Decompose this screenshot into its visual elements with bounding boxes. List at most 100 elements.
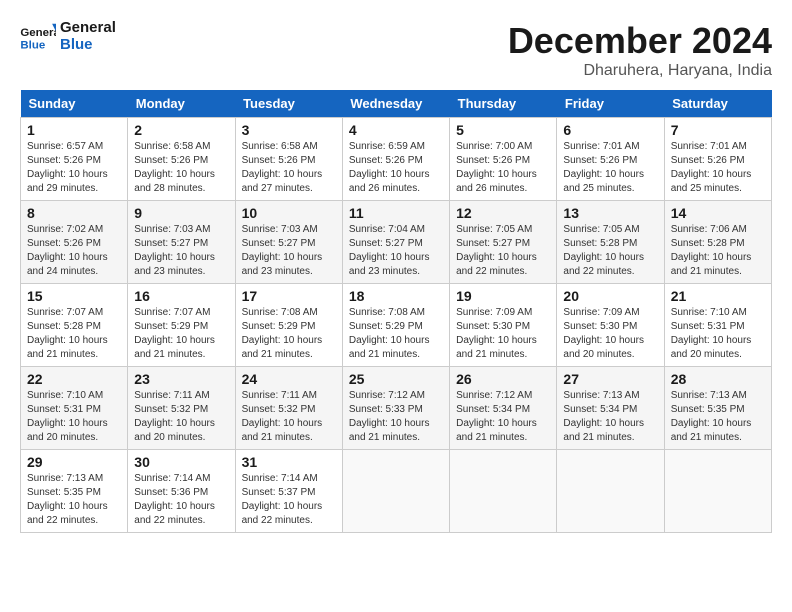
day-info: Sunrise: 7:07 AM Sunset: 5:28 PM Dayligh… <box>27 306 121 362</box>
day-info: Sunrise: 7:03 AM Sunset: 5:27 PM Dayligh… <box>134 223 228 279</box>
day-number: 19 <box>456 288 550 304</box>
calendar-cell: 23 Sunrise: 7:11 AM Sunset: 5:32 PM Dayli… <box>128 367 235 450</box>
day-info: Sunrise: 7:13 AM Sunset: 5:34 PM Dayligh… <box>563 389 657 445</box>
day-number: 17 <box>242 288 336 304</box>
calendar-header-monday: Monday <box>128 90 235 118</box>
day-info: Sunrise: 7:04 AM Sunset: 5:27 PM Dayligh… <box>349 223 443 279</box>
day-number: 9 <box>134 205 228 221</box>
calendar-cell: 5Sunrise: 7:00 AM Sunset: 5:26 PM Daylig… <box>450 118 557 201</box>
day-info: Sunrise: 7:11 AM Sunset: 5:32 PM Dayligh… <box>242 389 336 445</box>
day-number: 28 <box>671 371 765 387</box>
calendar-cell <box>557 450 664 533</box>
day-number: 2 <box>134 122 228 138</box>
calendar-header-thursday: Thursday <box>450 90 557 118</box>
calendar-cell <box>664 450 771 533</box>
day-info: Sunrise: 7:12 AM Sunset: 5:33 PM Dayligh… <box>349 389 443 445</box>
day-number: 16 <box>134 288 228 304</box>
day-number: 14 <box>671 205 765 221</box>
calendar-cell: 27 Sunrise: 7:13 AM Sunset: 5:34 PM Dayli… <box>557 367 664 450</box>
day-info: Sunrise: 7:11 AM Sunset: 5:32 PM Dayligh… <box>134 389 228 445</box>
day-info: Sunrise: 6:59 AM Sunset: 5:26 PM Dayligh… <box>349 140 443 196</box>
day-info: Sunrise: 7:06 AM Sunset: 5:28 PM Dayligh… <box>671 223 765 279</box>
svg-text:Blue: Blue <box>20 39 45 51</box>
day-number: 30 <box>134 454 228 470</box>
day-number: 20 <box>563 288 657 304</box>
day-number: 6 <box>563 122 657 138</box>
day-info: Sunrise: 7:01 AM Sunset: 5:26 PM Dayligh… <box>671 140 765 196</box>
day-info: Sunrise: 6:57 AM Sunset: 5:26 PM Dayligh… <box>27 140 121 196</box>
calendar-cell: 10 Sunrise: 7:03 AM Sunset: 5:27 PM Dayli… <box>235 201 342 284</box>
day-info: Sunrise: 7:08 AM Sunset: 5:29 PM Dayligh… <box>349 306 443 362</box>
calendar-table: SundayMondayTuesdayWednesdayThursdayFrid… <box>20 90 772 533</box>
calendar-cell: 1Sunrise: 6:57 AM Sunset: 5:26 PM Daylig… <box>21 118 128 201</box>
calendar-cell: 15 Sunrise: 7:07 AM Sunset: 5:28 PM Dayli… <box>21 284 128 367</box>
calendar-cell: 9 Sunrise: 7:03 AM Sunset: 5:27 PM Daylig… <box>128 201 235 284</box>
day-info: Sunrise: 7:08 AM Sunset: 5:29 PM Dayligh… <box>242 306 336 362</box>
day-info: Sunrise: 7:09 AM Sunset: 5:30 PM Dayligh… <box>456 306 550 362</box>
calendar-cell: 8Sunrise: 7:02 AM Sunset: 5:26 PM Daylig… <box>21 201 128 284</box>
calendar-cell <box>342 450 449 533</box>
calendar-cell: 28 Sunrise: 7:13 AM Sunset: 5:35 PM Dayli… <box>664 367 771 450</box>
calendar-cell: 31 Sunrise: 7:14 AM Sunset: 5:37 PM Dayli… <box>235 450 342 533</box>
day-number: 23 <box>134 371 228 387</box>
calendar-row-1: 1Sunrise: 6:57 AM Sunset: 5:26 PM Daylig… <box>21 118 772 201</box>
day-number: 31 <box>242 454 336 470</box>
header: General Blue General Blue December 2024 … <box>20 20 772 80</box>
calendar-cell: 20 Sunrise: 7:09 AM Sunset: 5:30 PM Dayli… <box>557 284 664 367</box>
day-number: 22 <box>27 371 121 387</box>
calendar-cell: 30 Sunrise: 7:14 AM Sunset: 5:36 PM Dayli… <box>128 450 235 533</box>
calendar-cell: 7 Sunrise: 7:01 AM Sunset: 5:26 PM Daylig… <box>664 118 771 201</box>
calendar-cell: 24Sunrise: 7:11 AM Sunset: 5:32 PM Dayli… <box>235 367 342 450</box>
calendar-cell: 11Sunrise: 7:04 AM Sunset: 5:27 PM Dayli… <box>342 201 449 284</box>
day-number: 3 <box>242 122 336 138</box>
calendar-cell: 4Sunrise: 6:59 AM Sunset: 5:26 PM Daylig… <box>342 118 449 201</box>
day-info: Sunrise: 7:03 AM Sunset: 5:27 PM Dayligh… <box>242 223 336 279</box>
day-info: Sunrise: 7:10 AM Sunset: 5:31 PM Dayligh… <box>27 389 121 445</box>
logo-icon: General Blue <box>20 22 56 52</box>
calendar-cell: 26Sunrise: 7:12 AM Sunset: 5:34 PM Dayli… <box>450 367 557 450</box>
calendar-cell: 3 Sunrise: 6:58 AM Sunset: 5:26 PM Daylig… <box>235 118 342 201</box>
day-info: Sunrise: 7:02 AM Sunset: 5:26 PM Dayligh… <box>27 223 121 279</box>
day-info: Sunrise: 7:14 AM Sunset: 5:36 PM Dayligh… <box>134 472 228 528</box>
day-info: Sunrise: 6:58 AM Sunset: 5:26 PM Dayligh… <box>242 140 336 196</box>
day-number: 13 <box>563 205 657 221</box>
calendar-cell: 29 Sunrise: 7:13 AM Sunset: 5:35 PM Dayli… <box>21 450 128 533</box>
logo: General Blue General Blue <box>20 20 116 53</box>
calendar-header-row: SundayMondayTuesdayWednesdayThursdayFrid… <box>21 90 772 118</box>
month-title: December 2024 <box>508 20 772 62</box>
day-info: Sunrise: 7:13 AM Sunset: 5:35 PM Dayligh… <box>27 472 121 528</box>
day-info: Sunrise: 7:13 AM Sunset: 5:35 PM Dayligh… <box>671 389 765 445</box>
calendar-cell: 17 Sunrise: 7:08 AM Sunset: 5:29 PM Dayli… <box>235 284 342 367</box>
calendar-cell: 21 Sunrise: 7:10 AM Sunset: 5:31 PM Dayli… <box>664 284 771 367</box>
title-area: December 2024 Dharuhera, Haryana, India <box>508 20 772 80</box>
day-info: Sunrise: 7:14 AM Sunset: 5:37 PM Dayligh… <box>242 472 336 528</box>
logo-general: General <box>60 20 116 37</box>
calendar-cell: 13 Sunrise: 7:05 AM Sunset: 5:28 PM Dayli… <box>557 201 664 284</box>
calendar-cell: 19 Sunrise: 7:09 AM Sunset: 5:30 PM Dayli… <box>450 284 557 367</box>
calendar-header-wednesday: Wednesday <box>342 90 449 118</box>
calendar-cell: 22 Sunrise: 7:10 AM Sunset: 5:31 PM Dayli… <box>21 367 128 450</box>
calendar-body: 1Sunrise: 6:57 AM Sunset: 5:26 PM Daylig… <box>21 118 772 533</box>
day-info: Sunrise: 7:05 AM Sunset: 5:28 PM Dayligh… <box>563 223 657 279</box>
calendar-cell: 18Sunrise: 7:08 AM Sunset: 5:29 PM Dayli… <box>342 284 449 367</box>
calendar-row-2: 8Sunrise: 7:02 AM Sunset: 5:26 PM Daylig… <box>21 201 772 284</box>
day-number: 7 <box>671 122 765 138</box>
day-info: Sunrise: 7:05 AM Sunset: 5:27 PM Dayligh… <box>456 223 550 279</box>
day-number: 10 <box>242 205 336 221</box>
day-info: Sunrise: 7:01 AM Sunset: 5:26 PM Dayligh… <box>563 140 657 196</box>
calendar-cell: 2Sunrise: 6:58 AM Sunset: 5:26 PM Daylig… <box>128 118 235 201</box>
day-number: 15 <box>27 288 121 304</box>
day-info: Sunrise: 7:10 AM Sunset: 5:31 PM Dayligh… <box>671 306 765 362</box>
day-number: 21 <box>671 288 765 304</box>
calendar-cell: 6 Sunrise: 7:01 AM Sunset: 5:26 PM Daylig… <box>557 118 664 201</box>
day-info: Sunrise: 7:09 AM Sunset: 5:30 PM Dayligh… <box>563 306 657 362</box>
calendar-cell <box>450 450 557 533</box>
calendar-header-friday: Friday <box>557 90 664 118</box>
calendar-header-sunday: Sunday <box>21 90 128 118</box>
day-number: 29 <box>27 454 121 470</box>
location-title: Dharuhera, Haryana, India <box>508 62 772 80</box>
day-number: 27 <box>563 371 657 387</box>
calendar-cell: 14 Sunrise: 7:06 AM Sunset: 5:28 PM Dayli… <box>664 201 771 284</box>
day-number: 5 <box>456 122 550 138</box>
day-number: 12 <box>456 205 550 221</box>
